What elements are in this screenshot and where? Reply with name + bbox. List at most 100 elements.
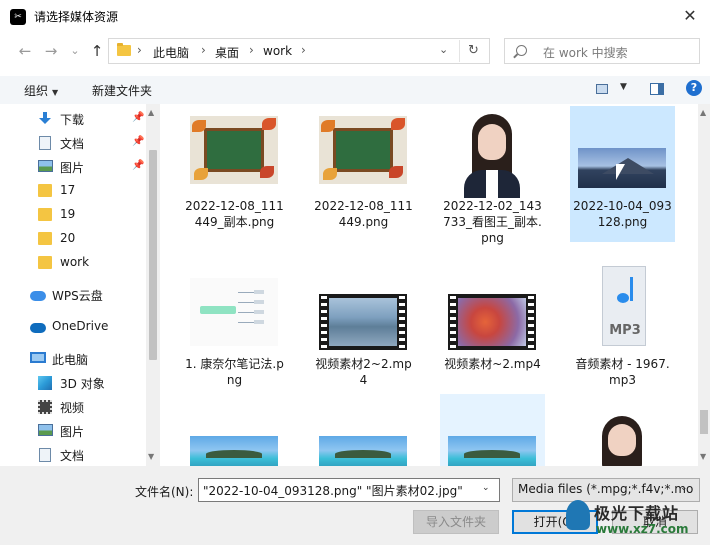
sidebar-item-label: 文档 (60, 449, 85, 463)
help-icon[interactable]: ? (686, 80, 702, 96)
sidebar-item-folder-19[interactable]: 19 (0, 204, 146, 226)
file-item-selected[interactable] (440, 394, 545, 466)
crumb-separator[interactable]: › (201, 43, 206, 57)
address-bar[interactable]: › 此电脑 › 桌面 › work › ⌄ ↻ (108, 38, 490, 64)
file-item[interactable] (311, 424, 416, 466)
refresh-button[interactable]: ↻ (459, 40, 487, 62)
sidebar-item-downloads[interactable]: 下载 📌 (0, 108, 146, 130)
file-list-scrollbar[interactable]: ▲ ▼ (698, 104, 710, 466)
scrollbar-thumb[interactable] (149, 150, 157, 360)
file-item[interactable]: 1. 康奈尔笔记法.png (182, 264, 287, 400)
navigation-scrollbar[interactable]: ▲ ▼ (146, 104, 160, 466)
sidebar-item-label: 下载 (60, 113, 85, 127)
file-type-dropdown-icon[interactable]: ⌄ (680, 483, 688, 493)
folder-icon (38, 184, 52, 197)
file-thumbnail (448, 108, 536, 198)
file-item[interactable]: 2022-12-08_111449.png (311, 106, 416, 242)
file-thumbnail (190, 436, 278, 466)
view-mode-icon[interactable] (596, 84, 608, 94)
folder-icon (38, 232, 52, 245)
watermark-text: 极光下载站 (594, 504, 680, 523)
scroll-up-icon[interactable]: ▲ (148, 108, 154, 117)
watermark-url: www.xz7.com (596, 522, 689, 536)
sidebar-item-pictures[interactable]: 图片 📌 (0, 156, 146, 178)
organize-menu[interactable]: 组织 ▼ (24, 82, 58, 99)
folder-icon (38, 256, 52, 269)
scroll-down-icon[interactable]: ▼ (148, 452, 154, 461)
sidebar-item-label: 文档 (60, 137, 85, 151)
scroll-down-icon[interactable]: ▼ (700, 452, 706, 461)
up-button[interactable]: ↑ (86, 40, 108, 62)
picture-icon (38, 424, 53, 436)
new-folder-button[interactable]: 新建文件夹 (92, 82, 152, 99)
sidebar-item-folder-17[interactable]: 17 (0, 180, 146, 202)
sidebar-item-this-pc[interactable]: 此电脑 (0, 348, 146, 370)
sidebar-item-label: 此电脑 (52, 353, 89, 367)
file-name: 2022-12-02_143733_看图王_副本.png (443, 199, 542, 245)
back-button[interactable]: ← (14, 40, 36, 62)
breadcrumb-work[interactable]: work (263, 44, 292, 58)
filename-dropdown-icon[interactable]: ⌄ (482, 483, 490, 493)
file-thumbnail (190, 116, 278, 184)
scroll-up-icon[interactable]: ▲ (700, 108, 706, 117)
file-name: 视频素材2~2.mp4 (315, 357, 412, 387)
import-folder-button[interactable]: 导入文件夹 (413, 510, 499, 534)
file-name: 1. 康奈尔笔记法.png (185, 357, 284, 387)
file-item[interactable]: 视频素材~2.mp4 (440, 264, 545, 400)
computer-icon (30, 352, 46, 363)
sidebar-item-label: WPS云盘 (52, 289, 103, 303)
file-item[interactable]: 2022-12-08_111449_副本.png (182, 106, 287, 242)
file-item[interactable]: 视频素材2~2.mp4 (311, 264, 416, 400)
view-dropdown-icon[interactable]: ▼ (620, 82, 627, 92)
sidebar-item-label: 20 (60, 231, 76, 245)
crumb-separator[interactable]: › (249, 43, 254, 57)
search-input[interactable]: 在 work 中搜索 (504, 38, 700, 64)
crumb-separator[interactable]: › (301, 43, 306, 57)
onedrive-icon (30, 323, 46, 333)
mouse-pointer-icon (616, 164, 625, 180)
file-thumbnail (319, 116, 407, 184)
command-bar: 组织 ▼ 新建文件夹 ▼ ? (0, 76, 710, 104)
preview-pane-icon[interactable] (650, 83, 664, 95)
file-list: 2022-12-08_111449_副本.png 2022-12-08_1114… (160, 104, 698, 466)
recent-locations-button[interactable]: ⌄ (64, 40, 86, 62)
filename-input[interactable]: "2022-10-04_093128.png" "图片素材02.jpg" (198, 478, 500, 502)
forward-button[interactable]: → (40, 40, 62, 62)
sidebar-item-documents[interactable]: 文档 📌 (0, 132, 146, 154)
sidebar-item-folder-20[interactable]: 20 (0, 228, 146, 250)
breadcrumb-desktop[interactable]: 桌面 (215, 44, 239, 61)
download-icon (38, 112, 52, 125)
folder-icon (38, 208, 52, 221)
file-item[interactable] (570, 410, 675, 466)
file-name: 2022-12-08_111449_副本.png (185, 199, 284, 229)
sidebar-item-wps-cloud[interactable]: WPS云盘 (0, 284, 146, 306)
breadcrumb-this-pc[interactable]: 此电脑 (153, 44, 189, 61)
sidebar-item-documents-pc[interactable]: 文档 (0, 444, 146, 466)
pin-icon: 📌 (132, 112, 145, 123)
mp3-badge: MP3 (609, 323, 641, 338)
wps-cloud-icon (30, 291, 46, 301)
file-item[interactable]: 2022-12-02_143733_看图王_副本.png (440, 106, 545, 245)
file-name: 音频素材 - 1967.mp3 (575, 357, 670, 387)
file-thumbnail (448, 294, 536, 350)
sidebar-item-pictures-pc[interactable]: 图片 (0, 420, 146, 442)
sidebar-item-videos[interactable]: 视频 (0, 396, 146, 418)
file-item[interactable]: MP3 音频素材 - 1967.mp3 (570, 264, 675, 400)
crumb-separator[interactable]: › (137, 43, 142, 57)
navigation-bar: ← → ⌄ ↑ › 此电脑 › 桌面 › work › ⌄ ↻ 在 work 中… (0, 36, 710, 66)
file-thumbnail (190, 278, 278, 346)
filename-label: 文件名(N): (135, 485, 194, 499)
scrollbar-thumb[interactable] (700, 410, 708, 434)
document-icon (39, 136, 51, 150)
sidebar-item-onedrive[interactable]: OneDrive (0, 316, 146, 338)
pin-icon: 📌 (132, 136, 145, 147)
sidebar-item-3d-objects[interactable]: 3D 对象 (0, 372, 146, 394)
sidebar-item-folder-work[interactable]: work (0, 252, 146, 274)
close-button[interactable]: ✕ (678, 5, 702, 27)
file-item[interactable] (182, 424, 287, 466)
picture-icon (38, 160, 53, 172)
search-placeholder: 在 work 中搜索 (543, 46, 628, 60)
address-dropdown-icon[interactable]: ⌄ (439, 43, 448, 56)
sidebar-item-label: OneDrive (52, 319, 109, 333)
watermark: 极光下载站 www.xz7.com (560, 494, 710, 544)
